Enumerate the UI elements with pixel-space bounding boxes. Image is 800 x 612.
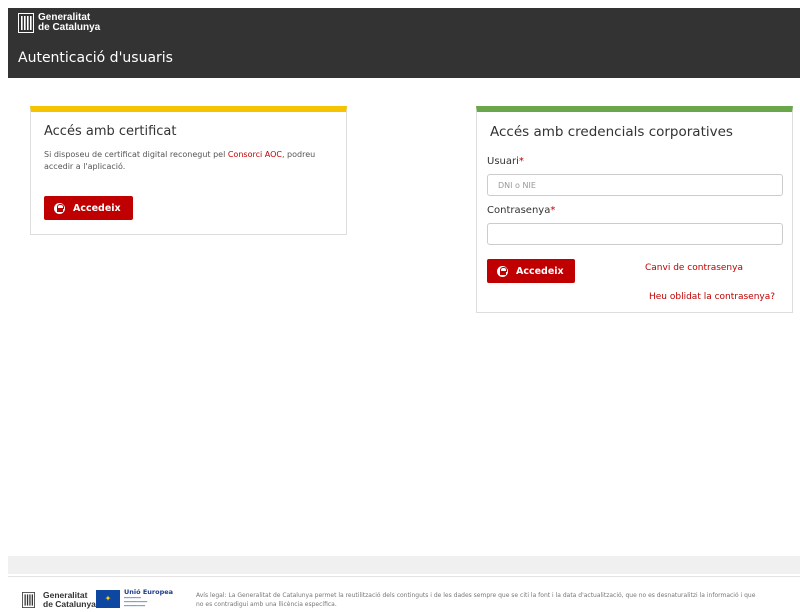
- eu-flag-icon: ✦: [96, 589, 120, 608]
- catalonia-emblem-icon: [22, 592, 35, 608]
- certificate-login-button[interactable]: Accedeix: [44, 196, 133, 220]
- lock-icon: [54, 202, 65, 214]
- certificate-description-start: Si disposeu de certificat digital recone…: [44, 150, 228, 159]
- forgot-password-link[interactable]: Heu oblidat la contrasenya?: [649, 292, 775, 302]
- username-label-text: Usuari: [487, 156, 519, 167]
- eu-title: Unió Europea: [124, 588, 174, 596]
- certificate-description: Si disposeu de certificat digital recone…: [44, 149, 334, 173]
- eu-subtext-lines: ━━━━━━━━ ━━━━━━━━━━━ ━━━━━━━━━━: [124, 596, 148, 608]
- brand-line-2: de Catalunya: [38, 22, 101, 33]
- username-label: Usuari*: [487, 156, 524, 167]
- footer-generalitat-logo[interactable]: Generalitat de Catalunya: [22, 591, 96, 609]
- catalonia-emblem-icon: [18, 13, 34, 33]
- legal-notice: Avís legal: La Generalitat de Catalunya …: [196, 592, 756, 608]
- footer-brand-name: Generalitat de Catalunya: [43, 591, 96, 609]
- eu-logo-text: Unió Europea ━━━━━━━━ ━━━━━━━━━━━ ━━━━━━━━…: [124, 588, 174, 609]
- credentials-login-panel: Accés amb credencials corporatives Usuar…: [476, 106, 793, 313]
- generalitat-logo[interactable]: Generalitat de Catalunya: [18, 13, 100, 33]
- eu-logo[interactable]: ✦ Unió Europea ━━━━━━━━ ━━━━━━━━━━━ ━━━━━━…: [96, 589, 173, 608]
- consorci-aoc-link[interactable]: Consorci AOC: [228, 150, 282, 159]
- required-marker: *: [518, 156, 524, 167]
- footer-separator-bar: [8, 556, 800, 574]
- lock-icon: [497, 265, 508, 277]
- footer-divider: [8, 576, 800, 577]
- change-password-link[interactable]: Canvi de contrasenya: [645, 263, 743, 273]
- password-label: Contrasenya*: [487, 205, 555, 216]
- credentials-login-button-label: Accedeix: [516, 265, 564, 277]
- password-input[interactable]: [487, 223, 783, 245]
- app-header: Generalitat de Catalunya Autenticació d'…: [8, 8, 800, 78]
- credentials-panel-title: Accés amb credencials corporatives: [490, 124, 733, 140]
- brand-name: Generalitat de Catalunya: [38, 13, 100, 33]
- certificate-panel-title: Accés amb certificat: [44, 124, 177, 139]
- footer-brand-line-2: de Catalunya: [43, 599, 96, 609]
- certificate-login-panel: Accés amb certificat Si disposeu de cert…: [30, 106, 347, 235]
- credentials-login-button[interactable]: Accedeix: [487, 259, 575, 283]
- certificate-login-button-label: Accedeix: [73, 202, 121, 214]
- username-input[interactable]: [487, 174, 783, 196]
- page-title: Autenticació d'usuaris: [18, 50, 173, 66]
- required-marker: *: [550, 205, 556, 216]
- password-label-text: Contrasenya: [487, 205, 551, 216]
